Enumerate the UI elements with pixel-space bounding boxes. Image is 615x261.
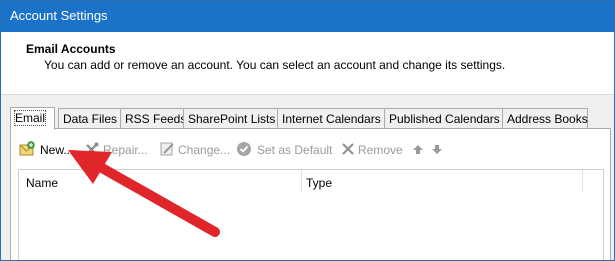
new-button[interactable]: New... [19,139,79,159]
move-up-button[interactable] [411,139,425,159]
repair-button-label: Repair... [103,143,148,157]
change-pencil-icon [160,142,174,156]
remove-button-label: Remove [358,143,403,157]
tab-data-files[interactable]: Data Files [58,108,121,128]
check-circle-icon [237,142,251,156]
email-tab-panel: New... Repair... Change... Set as Defaul… [10,128,611,260]
move-down-button[interactable] [430,139,444,159]
section-description: You can add or remove an account. You ca… [44,58,506,72]
change-button-label: Change... [178,143,231,157]
new-account-icon [19,141,35,156]
column-divider[interactable] [582,170,583,192]
section-title: Email Accounts [26,42,116,56]
account-settings-window: Account Settings Email Accounts You can … [0,0,615,261]
accounts-list[interactable]: Name Type [18,169,604,260]
arrow-down-icon [432,145,442,154]
tab-sharepoint-lists[interactable]: SharePoint Lists [183,108,278,128]
arrow-up-icon [413,145,423,154]
column-header-name[interactable]: Name [19,170,301,192]
title-bar[interactable]: Account Settings [1,1,614,32]
set-as-default-label: Set as Default [257,143,333,157]
remove-button[interactable]: Remove [340,139,405,159]
set-as-default-button[interactable]: Set as Default [236,139,333,159]
tab-internet-calendars[interactable]: Internet Calendars [277,108,385,128]
new-button-label: New... [40,143,74,157]
account-toolbar: New... Repair... Change... Set as Defaul… [11,139,610,161]
tab-strip: Email Data Files RSS Feeds SharePoint Li… [10,107,610,130]
repair-tools-icon [86,142,99,155]
column-header-type[interactable]: Type [302,170,582,192]
header-panel: Email Accounts You can add or remove an … [1,32,614,95]
window-title: Account Settings [10,8,108,23]
x-icon [342,143,354,155]
tab-published-calendars[interactable]: Published Calendars [384,108,503,128]
tab-email[interactable]: Email [10,107,55,130]
tab-address-books[interactable]: Address Books [502,108,588,128]
tab-rss-feeds[interactable]: RSS Feeds [120,108,186,128]
change-button[interactable]: Change... [159,139,231,159]
repair-button[interactable]: Repair... [84,139,154,159]
